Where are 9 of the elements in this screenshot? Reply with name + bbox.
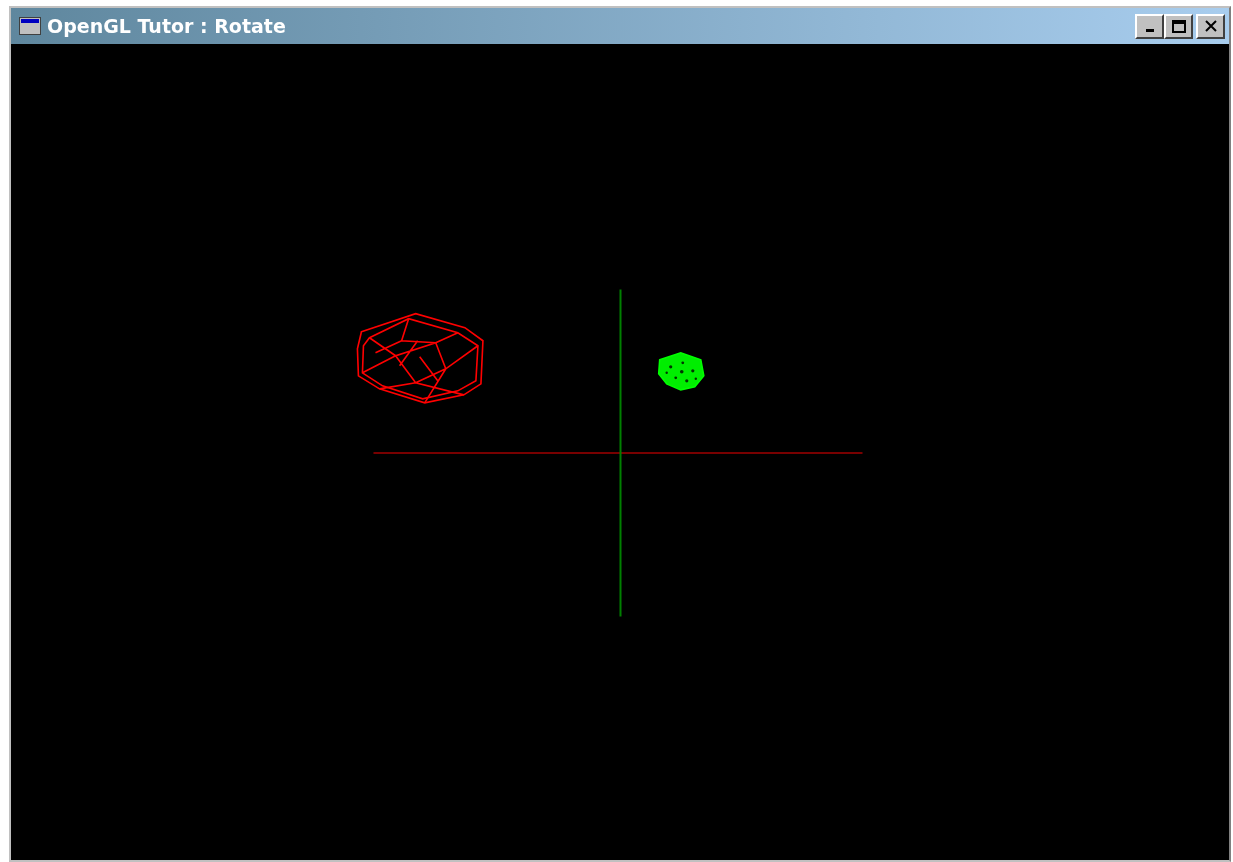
window-icon — [19, 17, 41, 35]
window-title: OpenGL Tutor : Rotate — [47, 15, 287, 37]
mesh-drawing — [657, 351, 705, 391]
minimize-icon — [1145, 28, 1154, 32]
minimize-button[interactable] — [1135, 13, 1164, 39]
close-button[interactable] — [1196, 13, 1225, 39]
maximize-icon — [1171, 19, 1186, 33]
maximize-button[interactable] — [1164, 13, 1193, 39]
close-icon — [1203, 20, 1218, 32]
